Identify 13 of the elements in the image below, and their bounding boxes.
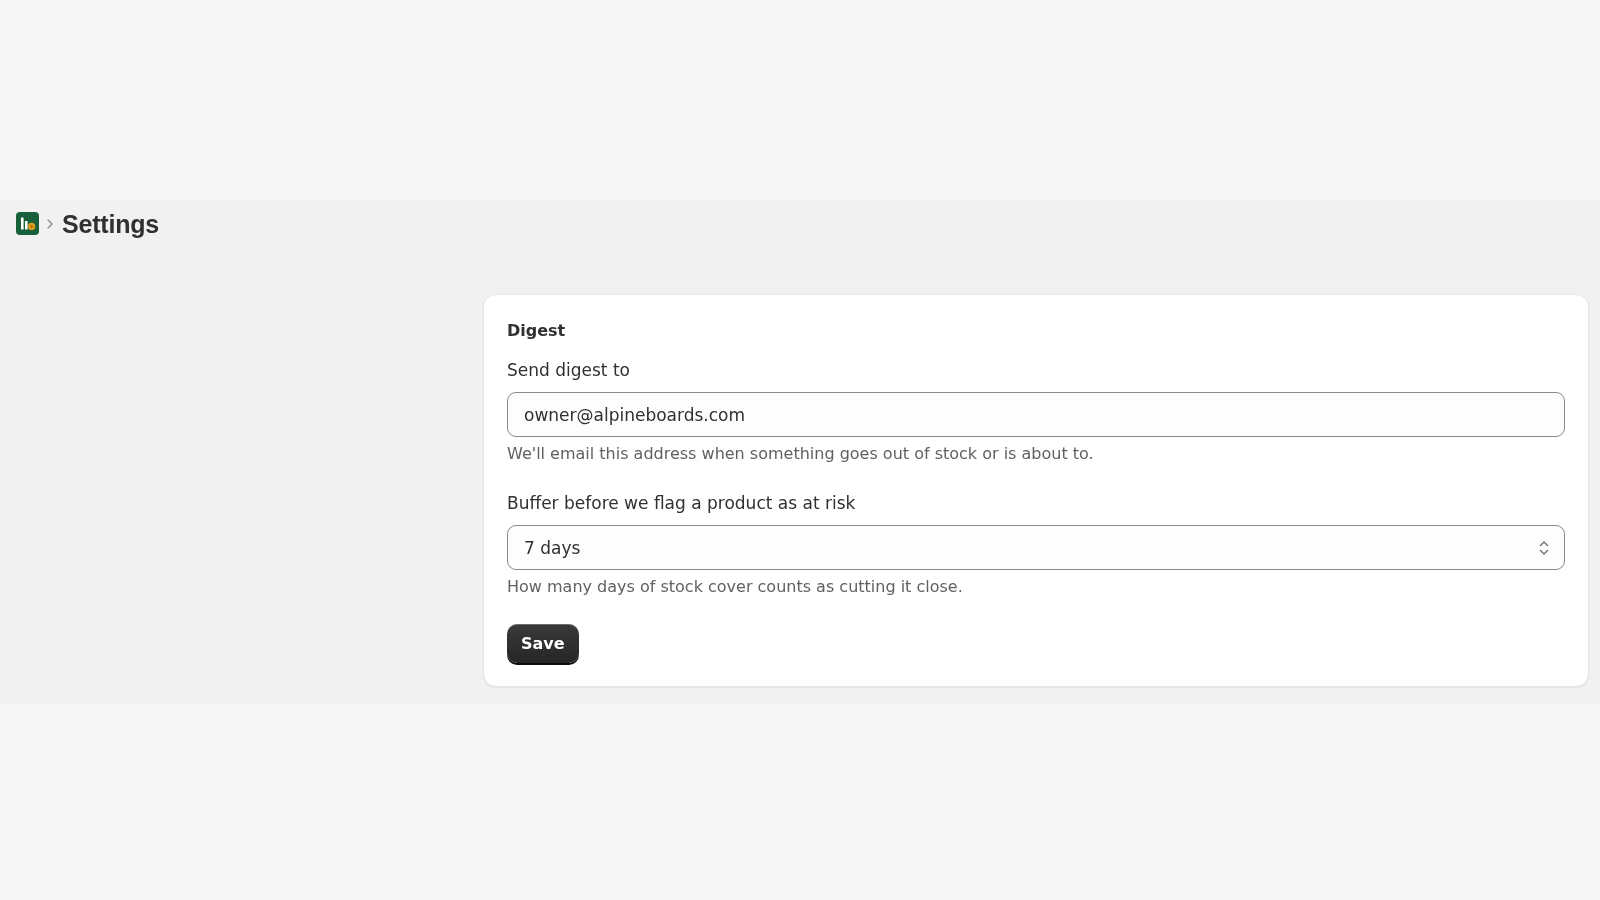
help-text: We'll email this address when something goes out of stock or is about to. <box>507 443 1094 465</box>
up-down-chevron-icon <box>1539 539 1549 556</box>
chevron-right-icon <box>47 218 53 229</box>
field-label: Buffer before we flag a product as at risk <box>507 492 856 515</box>
page-title: Settings <box>62 208 160 239</box>
field-label: Send digest to <box>507 359 630 382</box>
select-field[interactable]: 7 days <box>507 525 1565 570</box>
app-logo-icon[interactable] <box>16 212 39 235</box>
email-field[interactable]: owner@alpineboards.com <box>507 392 1565 437</box>
select-value: 7 days <box>524 536 581 559</box>
help-text: How many days of stock cover counts as cutting it close. <box>507 576 963 598</box>
save-button[interactable]: Save <box>507 624 579 663</box>
section-title: Digest <box>507 321 566 341</box>
